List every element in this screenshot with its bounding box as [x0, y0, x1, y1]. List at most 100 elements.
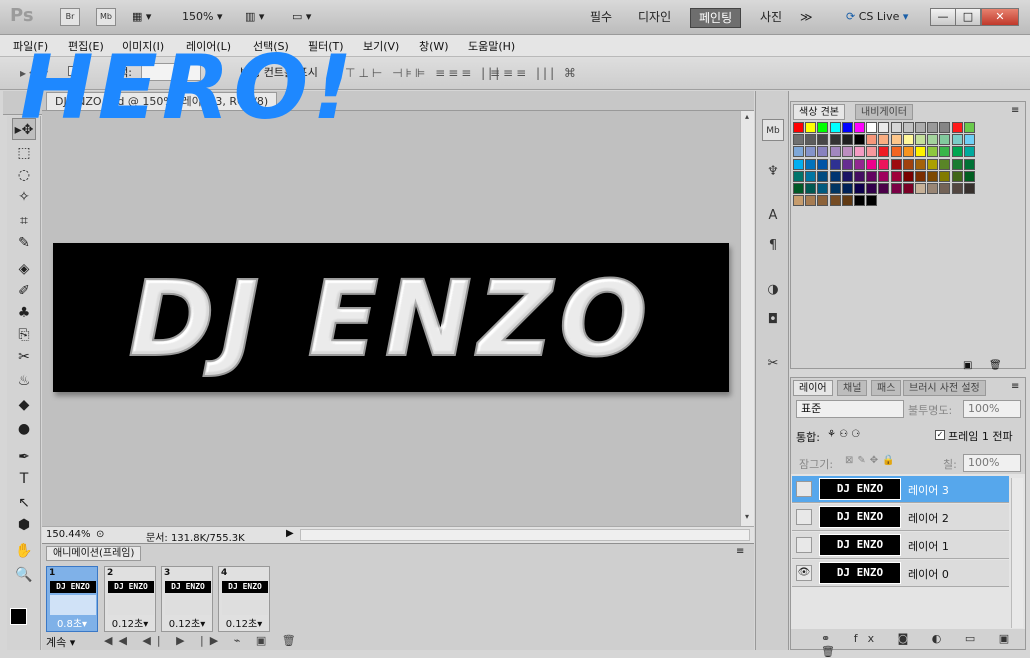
swatch-49[interactable] — [829, 158, 841, 170]
swatch-48[interactable] — [817, 158, 829, 170]
tab-paths[interactable]: 패스 — [871, 380, 902, 396]
swatch-88[interactable] — [939, 183, 951, 194]
swatch-11[interactable] — [915, 122, 926, 133]
swatch-15[interactable] — [963, 122, 975, 133]
fill-input[interactable]: 100% — [963, 454, 1021, 472]
horizontal-scrollbar[interactable] — [300, 529, 750, 541]
swatch-18[interactable] — [817, 134, 829, 146]
swatch-65[interactable] — [841, 170, 853, 182]
swatch-33[interactable] — [817, 146, 829, 158]
visibility-eye-icon[interactable] — [796, 537, 812, 553]
tab-navigator[interactable]: 내비게이터 — [855, 104, 913, 120]
swatch-53[interactable] — [878, 158, 890, 170]
swatch-32[interactable] — [805, 146, 817, 158]
loop-options-select[interactable]: 계속 ▾ — [46, 634, 75, 650]
blur-tool-icon[interactable]: ◆ — [12, 394, 36, 416]
path-select-tool-icon[interactable]: ↖ — [12, 492, 36, 514]
swatch-84[interactable] — [890, 183, 902, 194]
swatch-36[interactable] — [854, 146, 865, 158]
maximize-button[interactable]: □ — [955, 8, 981, 26]
swatch-52[interactable] — [866, 158, 878, 170]
mini-bridge-button[interactable]: Mb — [96, 8, 116, 26]
swatch-44[interactable] — [951, 146, 963, 158]
swatch-76[interactable] — [793, 183, 804, 194]
swatch-60[interactable] — [963, 158, 975, 170]
zoom-tool-icon[interactable]: 🔍 — [12, 564, 36, 586]
swatch-95[interactable] — [841, 195, 853, 207]
swatch-14[interactable] — [951, 122, 963, 133]
swatch-26[interactable] — [915, 134, 926, 146]
animation-panel-tab[interactable]: 애니메이션(프레임) — [46, 546, 142, 561]
layer-actions-bar[interactable]: ⚭ fx ◙ ◐ ▭ ▣ 🗑 — [821, 632, 1025, 658]
quick-select-tool-icon[interactable]: ✧ — [12, 186, 36, 208]
swatch-17[interactable] — [805, 134, 817, 146]
healing-brush-tool-icon[interactable]: ◈ — [12, 258, 36, 280]
zoom-select[interactable]: 150% ▾ — [182, 10, 222, 23]
swatch-83[interactable] — [878, 183, 890, 194]
swatch-7[interactable] — [866, 122, 878, 133]
swatch-21[interactable] — [854, 134, 865, 146]
swatch-6[interactable] — [854, 122, 865, 133]
eraser-tool-icon[interactable]: ✂ — [12, 346, 36, 368]
swatch-24[interactable] — [890, 134, 902, 146]
status-menu-icon[interactable]: ⊙ — [96, 529, 104, 540]
swatch-94[interactable] — [829, 195, 841, 207]
swatch-50[interactable] — [841, 158, 853, 170]
lock-icons[interactable]: ⊠✎✥🔒 — [845, 455, 899, 466]
cs-live-button[interactable]: ⟳ CS Live ▾ — [846, 10, 908, 23]
swatch-45[interactable] — [963, 146, 975, 158]
swatch-91[interactable] — [793, 195, 804, 207]
swatch-3[interactable] — [817, 122, 829, 133]
opacity-input[interactable]: 100% — [963, 400, 1021, 418]
canvas-area[interactable]: DJ ENZO — [42, 111, 740, 526]
swatch-39[interactable] — [890, 146, 902, 158]
shape-tool-icon[interactable]: ⬢ — [12, 514, 36, 536]
swatch-78[interactable] — [817, 183, 829, 194]
arrange-documents-icon[interactable]: ▥ ▾ — [245, 10, 264, 23]
menu-help[interactable]: 도움말(H) — [468, 38, 515, 54]
swatch-54[interactable] — [890, 158, 902, 170]
mini-bridge-panel-icon[interactable]: Mb — [762, 119, 784, 141]
animation-frame-1[interactable]: 1 DJ ENZO 0.8초▾ — [46, 566, 98, 632]
swatch-5[interactable] — [841, 122, 853, 133]
align-icons[interactable]: ⊤⊥⊢ ⊣⊧⊫ ≡≡≡ ||| — [345, 66, 502, 80]
swatch-90[interactable] — [963, 183, 975, 194]
swatch-57[interactable] — [927, 158, 939, 170]
clone-stamp-tool-icon[interactable]: ♣ — [12, 302, 36, 324]
menu-window[interactable]: 창(W) — [419, 38, 449, 54]
visibility-eye-icon[interactable]: 👁 — [796, 565, 812, 581]
animation-frame-4[interactable]: 4 DJ ENZO 0.12초▾ — [218, 566, 270, 632]
swatch-23[interactable] — [878, 134, 890, 146]
minimize-button[interactable]: — — [930, 8, 956, 26]
swatch-58[interactable] — [939, 158, 951, 170]
type-tool-icon[interactable]: T — [12, 468, 36, 490]
frame-delay[interactable]: 0.12초▾ — [162, 615, 212, 630]
unify-icons[interactable]: ⚘ ⚇ ⚆ — [827, 429, 860, 440]
workspace-painting[interactable]: 페인팅 — [690, 8, 742, 28]
tab-channels[interactable]: 채널 — [837, 380, 868, 396]
bridge-button[interactable]: Br — [60, 8, 80, 26]
swatch-34[interactable] — [829, 146, 841, 158]
paragraph-panel-icon[interactable]: ¶ — [762, 235, 784, 257]
frame-delay[interactable]: 0.12초▾ — [219, 615, 269, 630]
workspace-photography[interactable]: 사진 — [752, 8, 790, 28]
swatch-92[interactable] — [805, 195, 817, 207]
layer-row[interactable]: DJ ENZO 레이어 2 — [792, 504, 1009, 531]
animation-frame-3[interactable]: 3 DJ ENZO 0.12초▾ — [161, 566, 213, 632]
swatch-41[interactable] — [915, 146, 926, 158]
swatch-89[interactable] — [951, 183, 963, 194]
swatch-74[interactable] — [951, 170, 963, 182]
swatch-2[interactable] — [805, 122, 817, 133]
close-button[interactable]: ✕ — [981, 8, 1019, 26]
history-brush-tool-icon[interactable]: ⎘ — [12, 324, 36, 346]
tab-brush-presets[interactable]: 브러시 사전 설정 — [903, 380, 986, 396]
scroll-up-icon[interactable]: ▴ — [741, 111, 753, 123]
swatch-4[interactable] — [829, 122, 841, 133]
swatch-8[interactable] — [878, 122, 890, 133]
swatch-19[interactable] — [829, 134, 841, 146]
swatch-80[interactable] — [841, 183, 853, 194]
layer-row[interactable]: 👁 DJ ENZO 레이어 0 — [792, 560, 1009, 587]
swatch-85[interactable] — [902, 183, 914, 194]
swatch-67[interactable] — [866, 170, 878, 182]
workspace-essentials[interactable]: 필수 — [582, 8, 620, 28]
